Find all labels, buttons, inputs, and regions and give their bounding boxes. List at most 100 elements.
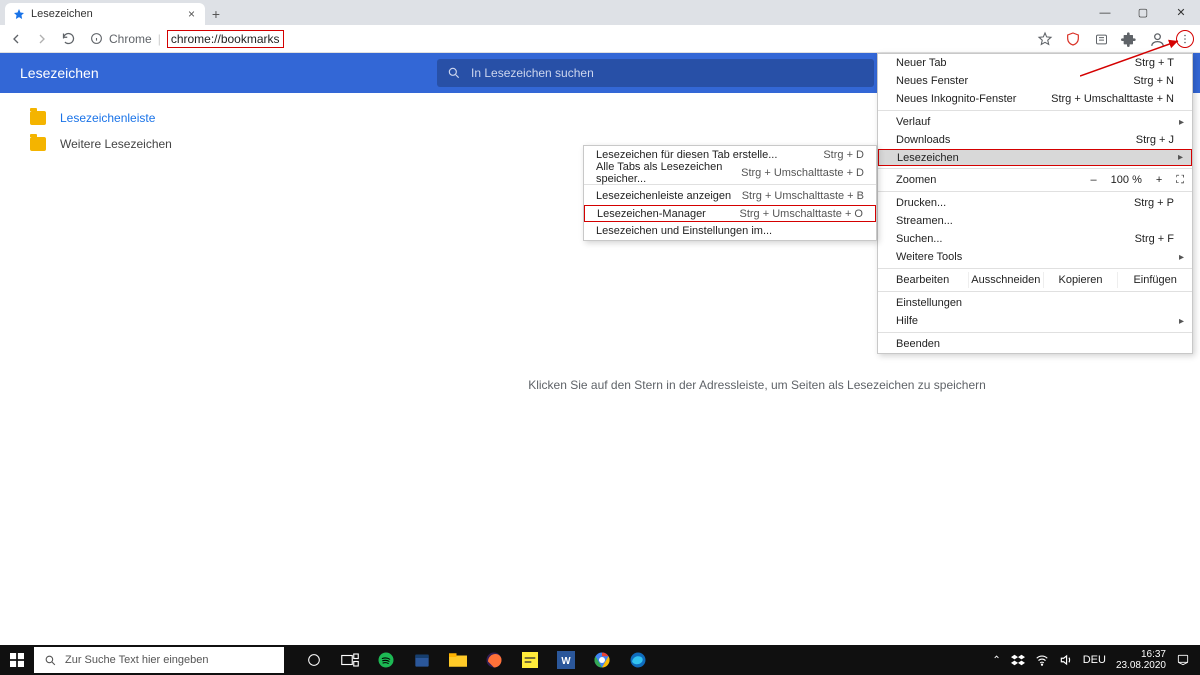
edge-icon[interactable] xyxy=(620,645,656,675)
browser-toolbar: Chrome | chrome://bookmarks xyxy=(0,25,1200,53)
zoom-out-button[interactable]: – xyxy=(1091,174,1097,186)
taskview-icon[interactable] xyxy=(332,645,368,675)
submenu-item-bookmark-all[interactable]: Alle Tabs als Lesezeichen speicher... St… xyxy=(584,164,876,182)
explorer-icon[interactable] xyxy=(440,645,476,675)
wifi-icon[interactable] xyxy=(1035,653,1049,667)
menu-item-bookmarks[interactable]: Lesezeichen xyxy=(878,149,1192,166)
tab-close-icon[interactable]: × xyxy=(188,7,195,21)
windows-taskbar: Zur Suche Text hier eingeben W ⌃ DEU 16:… xyxy=(0,645,1200,675)
folder-icon xyxy=(30,111,46,125)
system-tray: ⌃ DEU 16:37 23.08.2020 xyxy=(992,649,1200,671)
bookmark-star-icon[interactable] xyxy=(1036,30,1054,48)
menu-item-shortcut: Strg + Umschalttaste + B xyxy=(742,190,864,202)
menu-item-history[interactable]: Verlauf xyxy=(878,113,1192,131)
chrome-icon[interactable] xyxy=(584,645,620,675)
menu-item-shortcut: Strg + D xyxy=(823,149,864,161)
menu-separator xyxy=(878,110,1192,111)
menu-item-label: Hilfe xyxy=(896,315,918,327)
menu-item-label: Streamen... xyxy=(896,215,953,227)
start-button[interactable] xyxy=(0,645,34,675)
window-close-button[interactable]: ✕ xyxy=(1162,0,1200,25)
menu-item-shortcut: Strg + P xyxy=(1134,197,1174,209)
sidebar-item-bookmarks-bar[interactable]: Lesezeichenleiste xyxy=(0,105,437,131)
edit-cut-button[interactable]: Ausschneiden xyxy=(968,272,1043,288)
menu-item-new-incognito[interactable]: Neues Inkognito-FensterStrg + Umschaltta… xyxy=(878,90,1192,108)
notifications-icon[interactable] xyxy=(1176,653,1190,667)
menu-item-help[interactable]: Hilfe xyxy=(878,312,1192,330)
menu-item-label: Verlauf xyxy=(896,116,930,128)
reader-icon[interactable] xyxy=(1092,30,1110,48)
bookmarks-search[interactable]: In Lesezeichen suchen xyxy=(437,59,874,87)
menu-item-new-tab[interactable]: Neuer Tab Strg + T xyxy=(878,54,1192,72)
extensions-icon[interactable] xyxy=(1120,30,1138,48)
taskbar-clock[interactable]: 16:37 23.08.2020 xyxy=(1116,649,1166,671)
menu-item-shortcut: Strg + Umschalttaste + O xyxy=(740,208,864,220)
menu-item-more-tools[interactable]: Weitere Tools xyxy=(878,248,1192,266)
word-icon[interactable]: W xyxy=(548,645,584,675)
profile-icon[interactable] xyxy=(1148,30,1166,48)
maximize-button[interactable]: ▢ xyxy=(1124,0,1162,25)
menu-item-quit[interactable]: Beenden xyxy=(878,335,1192,353)
menu-separator xyxy=(878,268,1192,269)
zoom-in-button[interactable]: + xyxy=(1156,174,1162,186)
menu-item-shortcut: Strg + F xyxy=(1135,233,1174,245)
volume-icon[interactable] xyxy=(1059,653,1073,667)
firefox-icon[interactable] xyxy=(476,645,512,675)
menu-item-find[interactable]: Suchen... Strg + F xyxy=(878,230,1192,248)
menu-item-cast[interactable]: Streamen... xyxy=(878,212,1192,230)
sidebar-item-label: Weitere Lesezeichen xyxy=(60,137,172,151)
edit-copy-button[interactable]: Kopieren xyxy=(1043,272,1118,288)
language-indicator[interactable]: DEU xyxy=(1083,654,1106,666)
menu-item-shortcut: Strg + N xyxy=(1133,75,1174,87)
taskbar-search[interactable]: Zur Suche Text hier eingeben xyxy=(34,647,284,673)
menu-item-print[interactable]: Drucken... Strg + P xyxy=(878,194,1192,212)
chrome-menu-button[interactable] xyxy=(1176,30,1194,48)
menu-edit-row: Bearbeiten Ausschneiden Kopieren Einfüge… xyxy=(878,271,1192,289)
sidebar-item-other-bookmarks[interactable]: Weitere Lesezeichen xyxy=(0,131,437,157)
menu-separator xyxy=(878,332,1192,333)
calendar-icon[interactable] xyxy=(404,645,440,675)
window-controls: — ▢ ✕ xyxy=(1086,0,1200,25)
menu-item-downloads[interactable]: DownloadsStrg + J xyxy=(878,131,1192,149)
shield-icon[interactable] xyxy=(1064,30,1082,48)
menu-item-new-window[interactable]: Neues FensterStrg + N xyxy=(878,72,1192,90)
star-icon xyxy=(13,8,25,20)
menu-item-settings[interactable]: Einstellungen xyxy=(878,294,1192,312)
page-title: Lesezeichen xyxy=(0,65,437,81)
submenu-item-show-bar[interactable]: Lesezeichenleiste anzeigen Strg + Umscha… xyxy=(584,187,876,205)
forward-button[interactable] xyxy=(34,31,50,47)
menu-separator xyxy=(878,291,1192,292)
tray-chevron-icon[interactable]: ⌃ xyxy=(992,655,1000,666)
new-tab-button[interactable]: + xyxy=(205,3,227,25)
menu-item-label: Neuer Tab xyxy=(896,57,947,69)
edit-paste-button[interactable]: Einfügen xyxy=(1117,272,1192,288)
chrome-main-menu: Neuer TabStrg + T Neues FensterStrg + N … xyxy=(877,53,1193,354)
fullscreen-icon[interactable]: ⛶ xyxy=(1176,174,1184,187)
submenu-item-import[interactable]: Lesezeichen und Einstellungen im... xyxy=(584,222,876,240)
menu-separator xyxy=(878,168,1192,169)
search-icon xyxy=(447,66,461,80)
browser-tab[interactable]: Lesezeichen × xyxy=(5,3,205,25)
back-button[interactable] xyxy=(8,31,24,47)
notes-icon[interactable] xyxy=(512,645,548,675)
menu-item-label: Lesezeichenleiste anzeigen xyxy=(596,190,731,202)
menu-item-label: Drucken... xyxy=(896,197,946,209)
zoom-value: 100 % xyxy=(1111,174,1142,186)
search-icon xyxy=(44,654,57,667)
menu-separator xyxy=(878,191,1192,192)
cortana-icon[interactable] xyxy=(296,645,332,675)
dropbox-icon[interactable] xyxy=(1011,653,1025,667)
menu-item-label: Bearbeiten xyxy=(896,274,968,286)
submenu-item-bookmark-manager[interactable]: Lesezeichen-Manager Strg + Umschalttaste… xyxy=(584,205,876,222)
menu-item-label: Suchen... xyxy=(896,233,942,245)
menu-item-label: Downloads xyxy=(896,134,950,146)
address-bar[interactable]: Chrome | chrome://bookmarks xyxy=(90,30,284,48)
minimize-button[interactable]: — xyxy=(1086,0,1124,25)
menu-item-label: Weitere Tools xyxy=(896,251,962,263)
clock-date: 23.08.2020 xyxy=(1116,660,1166,671)
reload-button[interactable] xyxy=(60,31,76,47)
menu-item-label: Lesezeichen xyxy=(897,152,959,164)
menu-item-shortcut: Strg + T xyxy=(1135,57,1174,69)
spotify-icon[interactable] xyxy=(368,645,404,675)
menu-item-shortcut: Strg + Umschalttaste + N xyxy=(1051,93,1174,105)
